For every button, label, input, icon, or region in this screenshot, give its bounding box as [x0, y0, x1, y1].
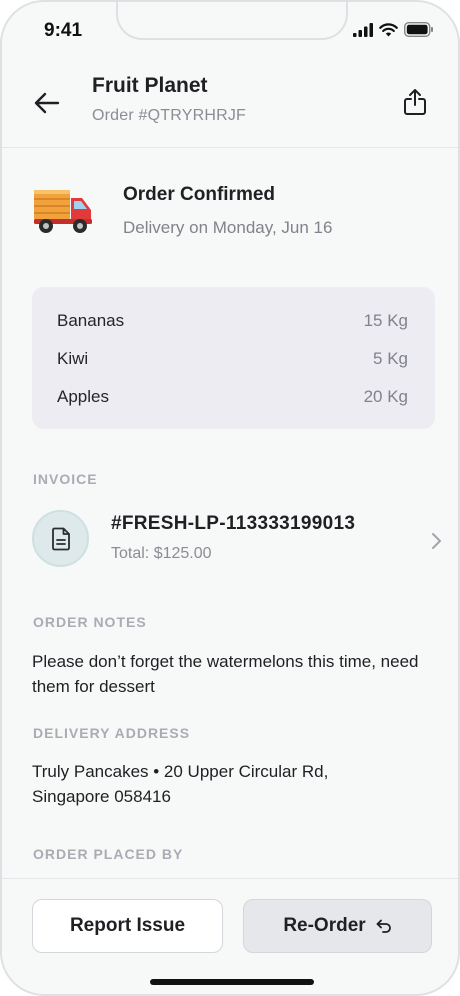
invoice-icon-badge [32, 510, 89, 567]
invoice-section-label: INVOICE [33, 471, 98, 487]
battery-icon [404, 22, 433, 37]
item-name: Bananas [57, 311, 125, 330]
delivery-address: Truly Pancakes • 20 Upper Circular Rd, S… [32, 759, 432, 809]
item-quantity: 5 Kg [373, 349, 408, 368]
report-issue-button[interactable]: Report Issue [32, 899, 223, 953]
page-title: Fruit Planet [92, 74, 208, 97]
report-issue-label: Report Issue [69, 915, 186, 936]
item-quantity: 15 Kg [363, 311, 408, 330]
home-indicator[interactable] [150, 979, 314, 985]
delivery-truck-icon [34, 190, 92, 233]
share-icon [404, 89, 426, 115]
invoice-row[interactable]: #FRESH-LP-113333199013 Total: $125.00 [32, 507, 444, 573]
footer-actions: Report Issue Re-Order [2, 878, 458, 994]
reorder-button[interactable]: Re-Order [243, 899, 432, 953]
list-item: Kiwi 5 Kg [57, 349, 408, 387]
list-item: Apples 20 Kg [57, 387, 408, 425]
document-icon [51, 527, 70, 550]
status-bar: 9:41 [2, 2, 458, 60]
invoice-number: #FRESH-LP-113333199013 [111, 513, 356, 534]
order-notes-text: Please don’t forget the watermelons this… [32, 652, 419, 696]
wifi-icon [379, 22, 398, 36]
share-button[interactable] [400, 86, 430, 118]
status-time: 9:41 [44, 20, 83, 41]
item-quantity: 20 Kg [363, 387, 408, 406]
order-placed-by-label: ORDER PLACED BY [33, 846, 184, 862]
order-status: Order Confirmed Delivery on Monday, Jun … [32, 178, 432, 248]
order-status-title: Order Confirmed [123, 184, 276, 205]
invoice-total: Total: $125.00 [111, 545, 212, 562]
item-name: Kiwi [57, 349, 89, 368]
list-item: Bananas 15 Kg [57, 311, 408, 349]
arrow-left-icon [34, 92, 60, 114]
delivery-date: Delivery on Monday, Jun 16 [123, 218, 333, 237]
header: Fruit Planet Order #QTRYRHRJF [2, 60, 458, 148]
cellular-signal-icon [353, 22, 373, 37]
item-name: Apples [57, 387, 109, 406]
phone-frame: 9:41 Fruit Planet Order #QTRYRHRJF Order… [0, 0, 460, 996]
chevron-right-icon [432, 533, 441, 549]
order-notes-label: ORDER NOTES [33, 614, 147, 630]
address-line-1: Truly Pancakes • 20 Upper Circular Rd, [32, 762, 329, 781]
status-icons [353, 22, 434, 37]
order-number: Order #QTRYRHRJF [92, 107, 247, 124]
undo-arrow-icon [376, 919, 391, 933]
address-line-2: Singapore 058416 [32, 787, 171, 806]
back-button[interactable] [32, 88, 62, 118]
device-notch [116, 2, 348, 40]
delivery-address-label: DELIVERY ADDRESS [33, 725, 191, 741]
order-items-card: Bananas 15 Kg Kiwi 5 Kg Apples 20 Kg [32, 287, 435, 429]
reorder-label: Re-Order [283, 915, 366, 936]
